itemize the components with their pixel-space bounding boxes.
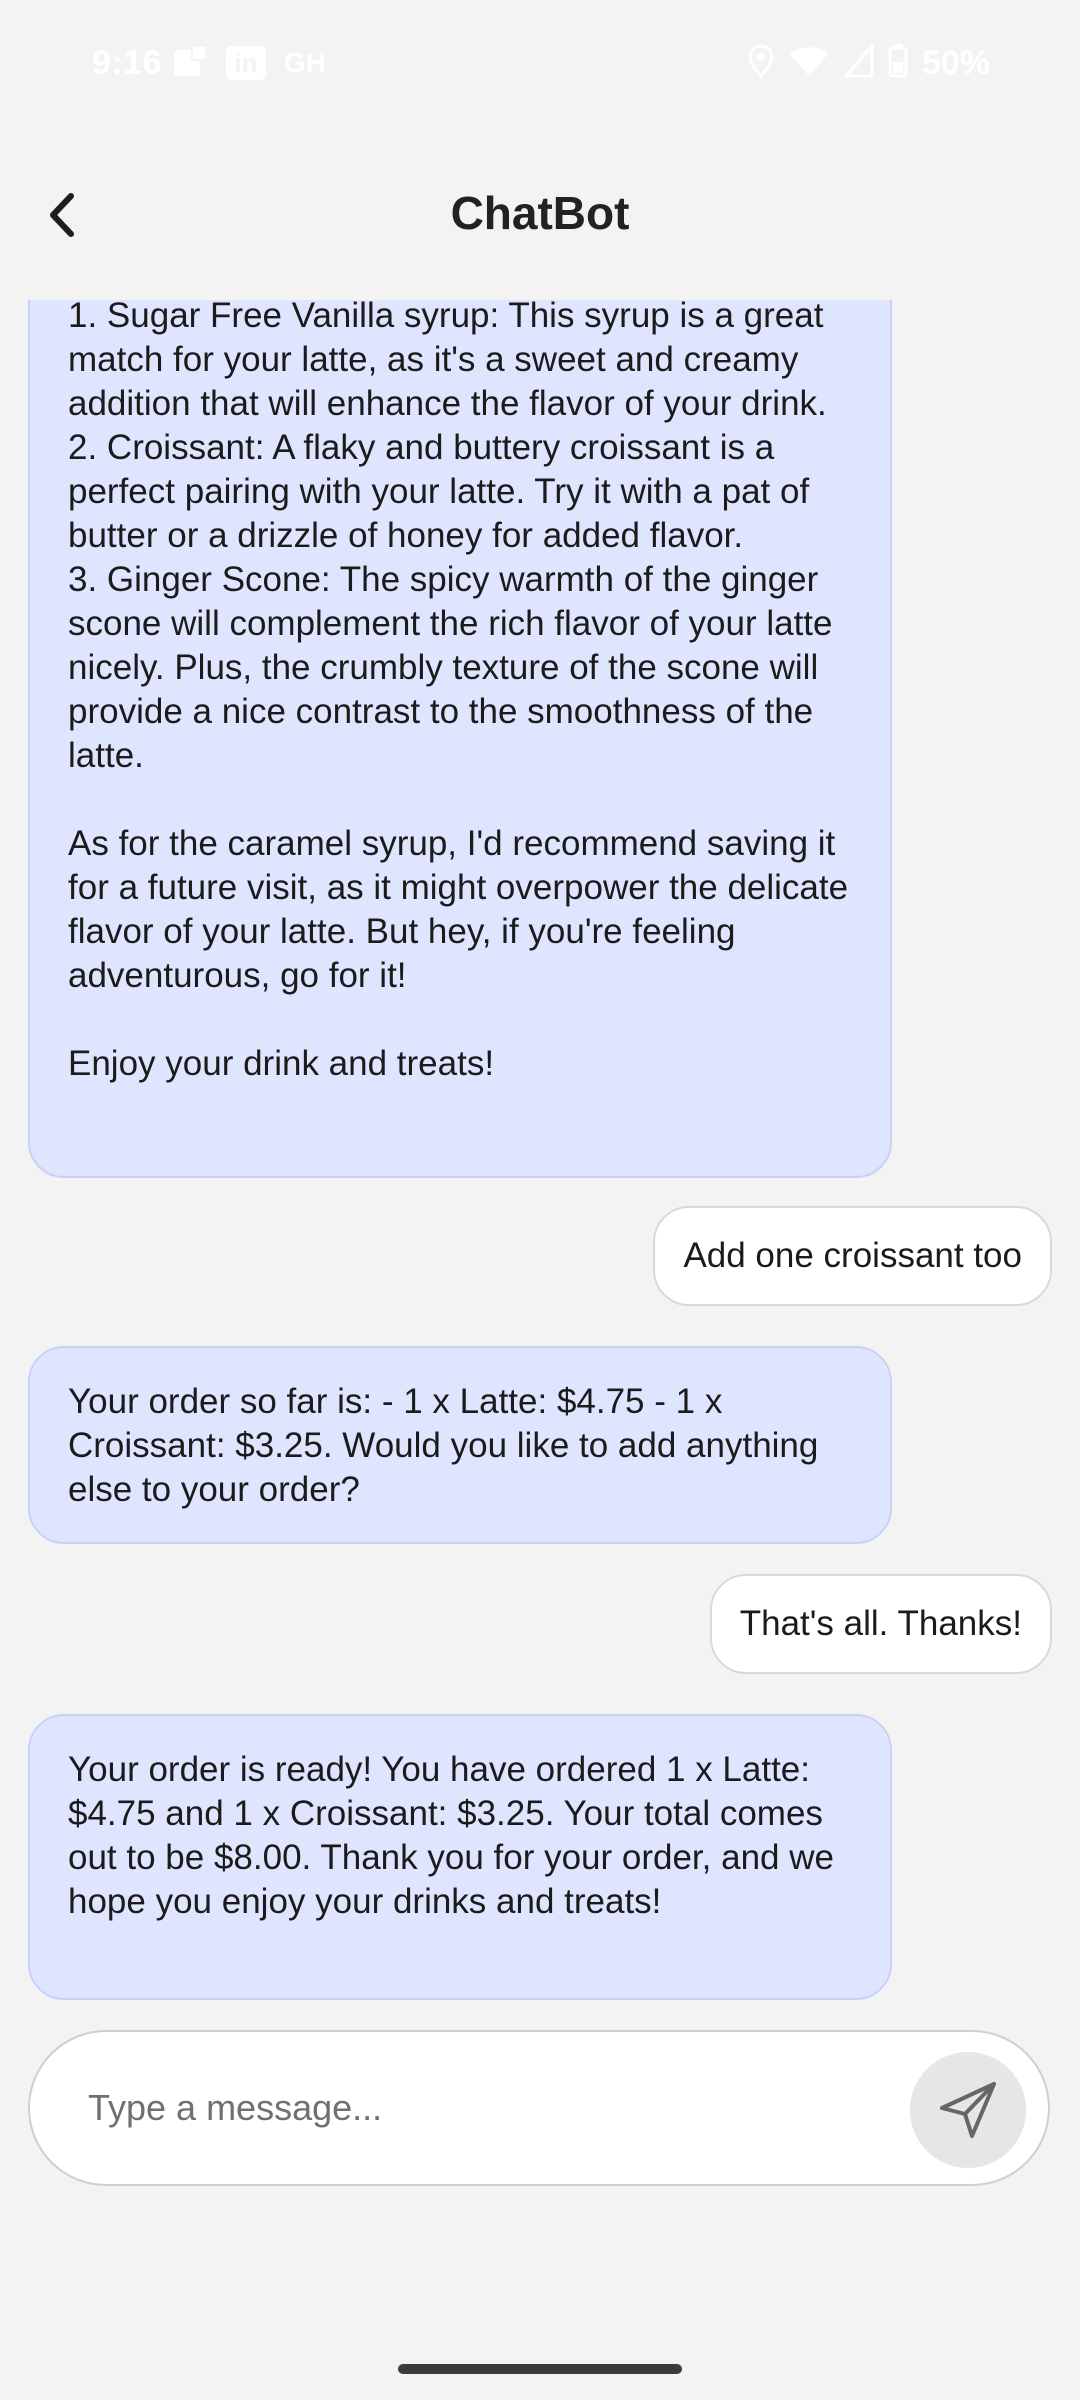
bot-message-bubble: Your order is ready! You have ordered 1 … xyxy=(28,1714,892,2000)
page-title: ChatBot xyxy=(450,187,630,239)
github-icon: GH xyxy=(284,47,326,78)
user-message-bubble: That's all. Thanks! xyxy=(709,1574,1052,1674)
notification-icon xyxy=(170,46,210,80)
status-bar: 9:16 in GH 50% xyxy=(0,0,1080,130)
bot-message-bubble: Your order so far is: - 1 x Latte: $4.75… xyxy=(28,1346,892,1544)
wifi-icon xyxy=(788,44,830,83)
linkedin-icon: in xyxy=(226,46,266,80)
chat-messages[interactable]: 1. Sugar Free Vanilla syrup: This syrup … xyxy=(0,300,1080,2000)
status-time: 9:16 xyxy=(92,44,163,82)
user-message-bubble: Add one croissant too xyxy=(653,1206,1052,1306)
status-indicators: 50% xyxy=(748,41,990,83)
bot-message-bubble: 1. Sugar Free Vanilla syrup: This syrup … xyxy=(28,300,892,1178)
location-icon xyxy=(748,44,774,83)
battery-icon xyxy=(888,44,908,83)
message-composer xyxy=(28,2030,1050,2186)
signal-icon xyxy=(842,41,874,83)
battery-percentage: 50% xyxy=(921,44,990,82)
send-icon xyxy=(940,2082,996,2138)
home-indicator[interactable] xyxy=(398,2364,682,2374)
message-input[interactable] xyxy=(86,2072,910,2144)
app-header: ChatBot xyxy=(0,160,1080,270)
send-button[interactable] xyxy=(910,2052,1026,2168)
